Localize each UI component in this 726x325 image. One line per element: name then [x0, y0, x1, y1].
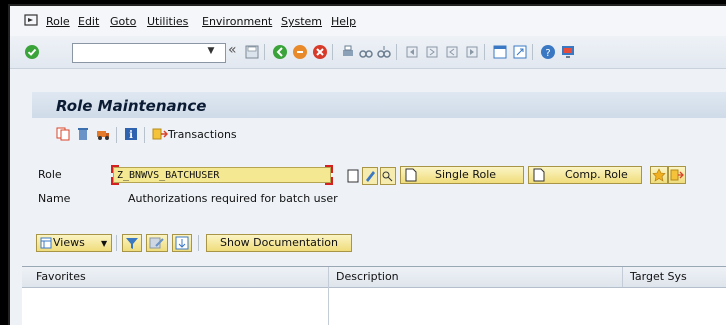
role-label: Role — [38, 168, 62, 181]
single-role-label: Single Role — [435, 168, 497, 181]
views-label: Views — [53, 236, 85, 249]
chevron-down-icon: ▼ — [101, 239, 108, 248]
show-documentation-label: Show Documentation — [220, 236, 338, 249]
table-header: Favorites Description Target Sys — [22, 267, 726, 288]
application-toolbar: i Transactions — [32, 122, 726, 148]
separator — [264, 44, 265, 60]
sap-window: Role Edit Goto Utilities Environment Sys… — [8, 4, 726, 325]
name-label: Name — [38, 192, 71, 205]
first-page-icon[interactable] — [404, 44, 420, 60]
print-icon[interactable] — [340, 44, 356, 60]
views-icon — [40, 237, 52, 249]
where-used-icon[interactable] — [380, 167, 396, 185]
svg-text:i: i — [129, 130, 133, 141]
favorites-icon — [652, 168, 666, 182]
menu-goto[interactable]: Goto — [110, 15, 136, 28]
favorites-table: Favorites Description Target Sys — [22, 266, 726, 325]
new-session-icon[interactable] — [492, 44, 508, 60]
edit-list-button[interactable] — [146, 234, 168, 252]
customize-icon[interactable] — [560, 44, 576, 60]
transport-icon[interactable] — [96, 127, 110, 141]
cancel-icon[interactable] — [312, 44, 328, 60]
shortcut-icon[interactable] — [512, 44, 528, 60]
find-next-icon[interactable] — [376, 44, 392, 60]
role-value: Z_BNWVS_BATCHUSER — [117, 170, 220, 181]
transactions-icon[interactable] — [152, 127, 168, 141]
menu-help[interactable]: Help — [331, 15, 356, 28]
other-object-icon — [670, 169, 684, 181]
last-page-icon[interactable] — [464, 44, 480, 60]
single-role-button[interactable]: Single Role — [400, 166, 524, 184]
filter-icon — [126, 238, 138, 249]
required-marker — [111, 177, 119, 185]
sort-icon — [175, 236, 189, 250]
menu-system[interactable]: System — [281, 15, 322, 28]
edit-list-icon — [149, 237, 164, 249]
separator — [332, 44, 333, 60]
info-icon[interactable]: i — [124, 127, 138, 141]
separator — [532, 44, 533, 60]
menu-utilities[interactable]: Utilities — [147, 15, 188, 28]
display-icon[interactable] — [346, 168, 360, 184]
menu-bar: Role Edit Goto Utilities Environment Sys… — [10, 6, 726, 36]
svg-text:?: ? — [545, 48, 550, 59]
menu-role[interactable]: Role — [46, 15, 70, 28]
filter-button[interactable] — [122, 234, 142, 252]
prev-page-icon[interactable] — [424, 44, 440, 60]
help-icon[interactable]: ? — [540, 44, 556, 60]
separator — [116, 235, 117, 251]
command-field[interactable] — [72, 43, 226, 63]
find-icon[interactable] — [358, 44, 374, 60]
required-marker — [111, 165, 119, 173]
separator — [198, 235, 199, 251]
column-header-target-sys[interactable]: Target Sys — [630, 270, 687, 283]
delete-icon[interactable] — [76, 127, 90, 141]
menu-icon[interactable] — [24, 14, 38, 26]
column-divider — [328, 267, 329, 325]
save-icon[interactable] — [244, 44, 260, 60]
check-icon[interactable] — [24, 44, 40, 60]
other-object-button[interactable] — [668, 166, 686, 184]
name-value: Authorizations required for batch user — [128, 192, 338, 205]
separator — [116, 127, 117, 143]
favorites-button[interactable] — [650, 166, 668, 184]
page-icon — [405, 168, 417, 182]
column-header-description[interactable]: Description — [336, 270, 399, 283]
column-header-favorites[interactable]: Favorites — [36, 270, 86, 283]
separator — [144, 127, 145, 143]
next-page-icon[interactable] — [444, 44, 460, 60]
page-title: Role Maintenance — [56, 97, 207, 115]
separator — [396, 44, 397, 60]
exit-icon[interactable] — [272, 44, 288, 60]
required-marker — [325, 177, 333, 185]
views-button[interactable]: Views ▼ — [36, 234, 112, 252]
role-input[interactable]: Z_BNWVS_BATCHUSER — [111, 165, 333, 185]
exit-icon[interactable] — [292, 44, 308, 60]
back-icon[interactable]: « — [228, 42, 237, 58]
menu-environment[interactable]: Environment — [202, 15, 272, 28]
copy-icon[interactable] — [56, 127, 70, 141]
edit-pencil-icon[interactable] — [362, 167, 378, 185]
menu-edit[interactable]: Edit — [78, 15, 99, 28]
required-marker — [325, 165, 333, 173]
sort-button[interactable] — [172, 234, 192, 252]
column-divider — [622, 267, 623, 287]
transactions-label[interactable]: Transactions — [168, 128, 237, 141]
show-documentation-button[interactable]: Show Documentation — [206, 234, 352, 252]
title-bar: Role Maintenance — [32, 92, 726, 118]
page-icon — [533, 168, 545, 182]
separator — [484, 44, 485, 60]
comp-role-label: Comp. Role — [565, 168, 628, 181]
dropdown-icon[interactable]: ▼ — [204, 44, 218, 58]
standard-toolbar: ▼ « ? — [10, 36, 726, 69]
comp-role-button[interactable]: Comp. Role — [528, 166, 642, 184]
